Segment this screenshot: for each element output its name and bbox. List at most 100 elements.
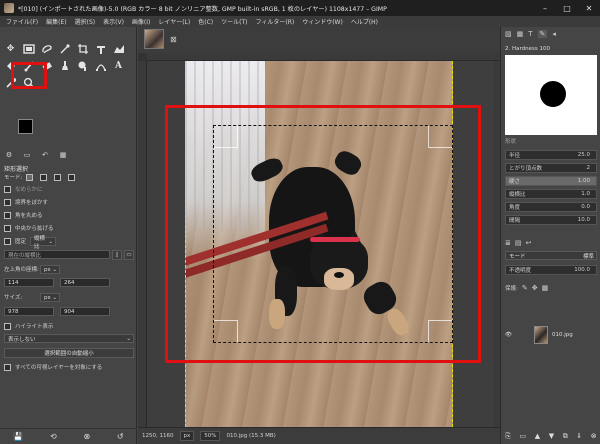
menu-file[interactable]: ファイル(F) — [2, 17, 42, 26]
move-tool-icon[interactable]: ✥ — [2, 42, 19, 55]
patterns-tab-icon[interactable]: ▦ — [517, 30, 524, 38]
delete-options-icon[interactable]: ⊗ — [83, 432, 90, 441]
menu-view[interactable]: 表示(V) — [99, 17, 128, 26]
lock-alpha-icon[interactable]: ▦ — [542, 284, 549, 292]
param-radius[interactable]: 半径 25.0 — [505, 150, 597, 160]
delete-layer-icon[interactable]: ⊗ — [591, 432, 597, 440]
highlight-checkbox[interactable] — [4, 322, 11, 330]
position-y-field[interactable]: 264 — [60, 278, 110, 287]
antialias-row[interactable]: なめらかに — [4, 184, 43, 194]
horizontal-ruler[interactable] — [147, 53, 500, 61]
ratio-portrait-button[interactable]: ▯ — [112, 250, 122, 260]
current-ratio-field[interactable]: 現在の縦横比 — [4, 250, 110, 259]
fuzzy-select-tool-icon[interactable] — [56, 42, 73, 55]
fixed-row[interactable]: 固定 — [4, 236, 26, 246]
unified-transform-tool-icon[interactable] — [92, 42, 109, 55]
paths-tab-icon[interactable]: ↩ — [526, 239, 532, 247]
warp-transform-tool-icon[interactable] — [110, 42, 127, 55]
merge-layer-icon[interactable]: ⇓ — [576, 432, 582, 440]
menu-edit[interactable]: 編集(E) — [42, 17, 70, 26]
image-tab-thumbnail[interactable] — [144, 29, 164, 49]
restore-options-icon[interactable]: ⟲ — [50, 432, 57, 441]
ruler-corner[interactable] — [138, 53, 147, 61]
text-tool-icon[interactable]: A — [110, 59, 127, 72]
param-angle[interactable]: 角度 0.0 — [505, 202, 597, 212]
menu-tools[interactable]: ツール(T) — [217, 17, 251, 26]
all-layers-checkbox[interactable] — [4, 363, 11, 371]
param-hardness[interactable]: 硬さ 1.00 — [505, 176, 597, 186]
mode-subtract-button[interactable] — [54, 173, 62, 181]
layers-tab-icon[interactable]: ≣ — [505, 239, 511, 247]
save-options-icon[interactable]: 💾 — [13, 432, 23, 441]
vertical-ruler[interactable] — [138, 61, 147, 427]
expand-center-checkbox[interactable] — [4, 224, 11, 232]
param-spikes[interactable]: とがり頂点数 2 — [505, 163, 597, 173]
brush-preview[interactable] — [505, 55, 597, 135]
fixed-checkbox[interactable] — [4, 237, 11, 245]
expand-center-row[interactable]: 中央から拡げる — [4, 223, 54, 233]
undo-history-tab-icon[interactable]: ↶ — [40, 150, 50, 159]
unit-select[interactable]: px — [179, 431, 195, 441]
menu-select[interactable]: 選択(S) — [71, 17, 100, 26]
rect-select-tool-icon[interactable] — [20, 42, 37, 55]
close-button[interactable]: ✕ — [578, 0, 600, 16]
all-layers-row[interactable]: すべての可視レイヤーを対象にする — [4, 362, 102, 372]
paint-dynamics-tab-icon[interactable]: ✎ — [537, 29, 548, 38]
new-group-icon[interactable]: ▭ — [520, 432, 527, 440]
mode-intersect-button[interactable] — [68, 173, 76, 181]
position-unit-select[interactable]: px ⌄ — [40, 265, 60, 274]
smudge-tool-icon[interactable] — [74, 59, 91, 72]
free-select-tool-icon[interactable] — [38, 42, 55, 55]
paths-tool-icon[interactable] — [92, 59, 109, 72]
menu-image[interactable]: 画像(I) — [128, 17, 154, 26]
size-height-field[interactable]: 904 — [60, 307, 110, 316]
antialias-checkbox[interactable] — [4, 185, 11, 193]
clone-tool-icon[interactable] — [56, 59, 73, 72]
zoom-select[interactable]: 50% — [200, 431, 221, 441]
brushes-tab-icon[interactable]: ▨ — [505, 30, 512, 38]
layer-item[interactable]: 👁 010.jpg — [505, 325, 597, 345]
canvas-area[interactable] — [147, 61, 499, 427]
duplicate-layer-icon[interactable]: ⧉ — [563, 432, 568, 441]
feather-row[interactable]: 境界をぼかす — [4, 197, 48, 207]
new-layer-icon[interactable]: ⎘ — [505, 432, 511, 441]
mode-add-button[interactable] — [40, 173, 48, 181]
position-x-field[interactable]: 114 — [4, 278, 54, 287]
rounded-checkbox[interactable] — [4, 211, 11, 219]
minimize-button[interactable]: – — [534, 0, 556, 16]
lock-pixels-icon[interactable]: ✎ — [522, 284, 528, 292]
images-tab-icon[interactable]: ▦ — [58, 150, 68, 159]
size-unit-select[interactable]: px ⌄ — [40, 293, 60, 302]
dock-menu-icon[interactable]: ◂ — [552, 30, 556, 38]
auto-shrink-button[interactable]: 選択範囲の自動縮小 — [4, 348, 134, 358]
lower-layer-icon[interactable]: ▼ — [549, 432, 554, 440]
param-spacing[interactable]: 間隔 10.0 — [505, 215, 597, 225]
menu-filters[interactable]: フィルター(R) — [251, 17, 298, 26]
tool-options-tab-icon[interactable]: ⚙ — [4, 150, 14, 159]
fixed-mode-select[interactable]: 縦横比 ⌄ — [30, 236, 56, 250]
feather-checkbox[interactable] — [4, 198, 11, 206]
menu-layer[interactable]: レイヤー(L) — [154, 17, 194, 26]
visibility-eye-icon[interactable]: 👁 — [505, 332, 512, 338]
param-aspect[interactable]: 縦横比 1.0 — [505, 189, 597, 199]
menu-help[interactable]: ヘルプ(H) — [347, 17, 382, 26]
layer-mode-select[interactable]: モード 標準 — [505, 251, 597, 260]
crop-tool-icon[interactable] — [74, 42, 91, 55]
rounded-row[interactable]: 角を丸める — [4, 210, 43, 220]
lock-position-icon[interactable]: ✥ — [532, 284, 538, 292]
raise-layer-icon[interactable]: ▲ — [535, 432, 540, 440]
layer-opacity[interactable]: 不透明度 100.0 — [505, 265, 597, 275]
close-image-icon[interactable]: ⊠ — [170, 35, 177, 44]
device-status-tab-icon[interactable]: ▭ — [22, 150, 32, 159]
menu-colors[interactable]: 色(C) — [194, 17, 217, 26]
foreground-color[interactable] — [18, 119, 33, 134]
size-width-field[interactable]: 978 — [4, 307, 54, 316]
reset-options-icon[interactable]: ↺ — [117, 432, 124, 441]
guides-select[interactable]: 表示しない ⌄ — [4, 334, 134, 343]
channels-tab-icon[interactable]: ▤ — [515, 239, 522, 247]
menu-windows[interactable]: ウィンドウ(W) — [298, 17, 347, 26]
ratio-landscape-button[interactable]: ▭ — [124, 250, 134, 260]
mode-replace-button[interactable] — [26, 173, 34, 181]
maximize-button[interactable]: □ — [556, 0, 578, 16]
highlight-row[interactable]: ハイライト表示 — [4, 321, 53, 331]
